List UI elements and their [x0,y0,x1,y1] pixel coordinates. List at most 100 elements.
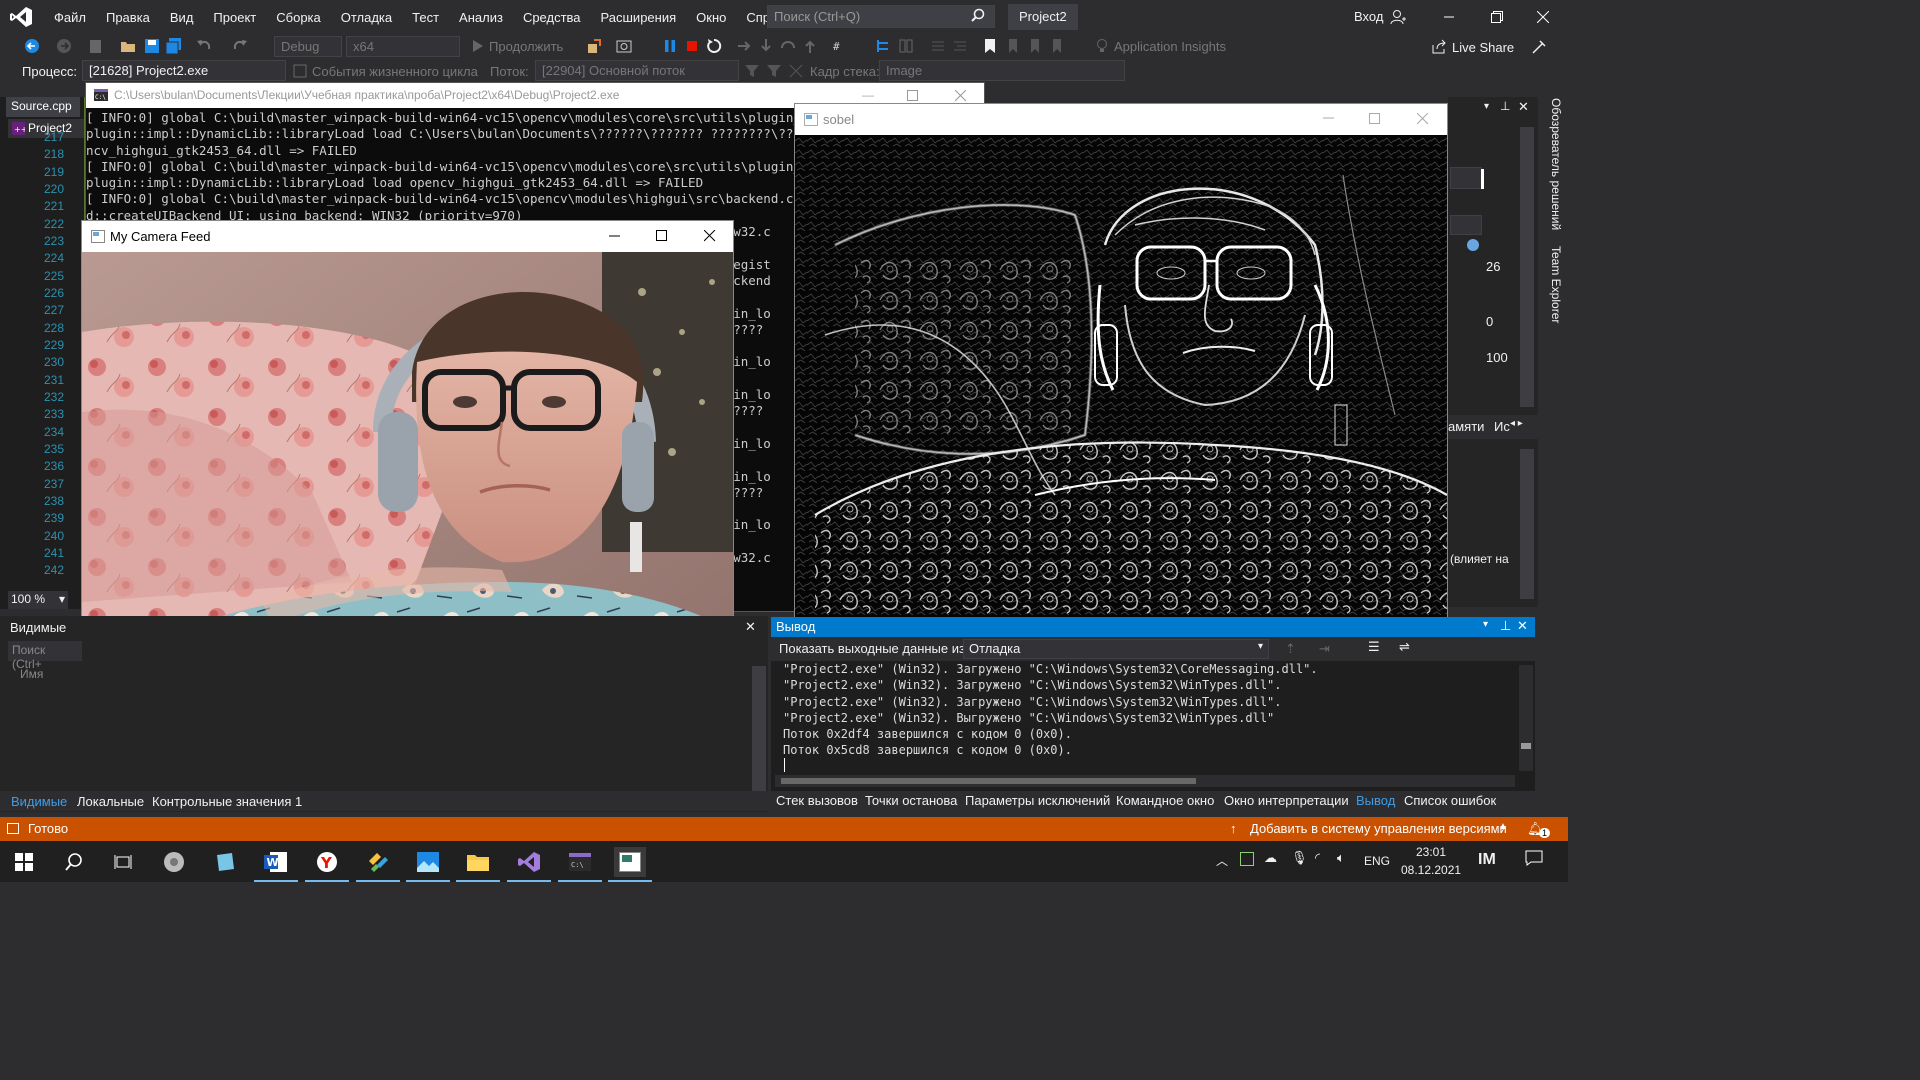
camera-minimize-button[interactable] [609,235,620,237]
step-over-icon[interactable] [780,38,796,54]
filter-icon[interactable] [744,63,760,79]
task-view-icon[interactable] [107,847,139,877]
sobel-maximize-button[interactable] [1369,113,1381,125]
tray-app-icon[interactable] [1240,852,1254,866]
show-next-statement-icon[interactable] [736,38,752,54]
yandex-browser-icon[interactable]: Y [305,847,349,882]
output-vertical-scrollbar[interactable] [1519,665,1533,771]
output-text[interactable]: "Project2.exe" (Win32). Загружено "C:\Wi… [771,661,1535,759]
console-taskbar-icon[interactable]: C:\ [558,847,602,882]
hex-display-icon[interactable]: # [832,38,848,54]
media-player-icon[interactable] [158,847,190,877]
signin-link[interactable]: Вход [1354,9,1383,24]
menu-item[interactable]: Анализ [449,10,513,25]
console-maximize-button[interactable] [907,85,919,102]
restore-button[interactable] [1474,0,1520,34]
output-horizontal-scrollbar[interactable] [775,775,1515,787]
microphone-icon[interactable]: 🎙︎ [1291,850,1308,866]
wifi-icon[interactable]: ◜ [1315,850,1320,866]
thread-select[interactable]: [22904] Основной поток [535,60,739,81]
sobel-close-button[interactable] [1417,113,1429,125]
volume-icon[interactable]: 🔈︎ [1337,850,1345,866]
sobel-window[interactable]: sobel [794,103,1448,625]
word-icon[interactable]: W [254,847,298,882]
output-word-wrap-icon[interactable]: ⇌ [1399,639,1410,655]
panel-close-icon[interactable]: ✕ [1518,99,1529,115]
game-bar-icon[interactable]: IM [1478,851,1496,869]
tray-overflow-icon[interactable]: ︿ [1216,852,1228,869]
photos-icon[interactable] [406,847,450,882]
process-select[interactable]: [21628] Project2.exe [82,60,286,81]
output-tab[interactable]: Вывод [1356,793,1395,808]
search-icon[interactable] [971,8,985,22]
continue-icon[interactable] [470,38,486,54]
output-tab[interactable]: Точки останова [865,793,957,808]
prev-bookmark-icon[interactable] [1004,38,1020,54]
continue-button[interactable]: Продолжить [489,39,563,54]
live-share-icon[interactable] [1431,39,1447,55]
solution-platform-select[interactable]: x64 [346,36,460,57]
panel-field-2[interactable] [1450,215,1482,235]
screenshot-icon[interactable] [616,38,632,54]
minimize-button[interactable] [1426,0,1472,34]
file-explorer-icon[interactable] [456,847,500,882]
menu-item[interactable]: Отладка [331,10,402,25]
output-source-select[interactable]: Отладка ▾ [963,639,1269,659]
panel-scrollbar[interactable] [1520,127,1534,407]
undo-icon[interactable] [196,38,212,54]
panel-list-scrollbar[interactable] [1520,449,1534,599]
tab-locals[interactable]: Локальные [77,794,144,809]
panel-dropdown-icon[interactable]: ▾ [1484,101,1489,112]
back-arrow-icon[interactable] [24,38,40,54]
filter-clear-icon[interactable] [766,63,782,79]
visual-studio-taskbar-icon[interactable] [507,847,551,882]
stop-icon[interactable] [684,38,700,54]
output-tab[interactable]: Список ошибок [1404,793,1496,808]
output-find-prev-icon[interactable]: ⇡ [1285,641,1296,657]
autos-scrollbar[interactable] [752,666,766,791]
restart-icon[interactable] [706,38,722,54]
output-pin-icon[interactable]: ⊥ [1500,618,1511,634]
panel-pin-icon[interactable]: ⊥ [1500,99,1510,113]
save-icon[interactable] [144,38,160,54]
redo-icon[interactable] [232,38,248,54]
save-all-icon[interactable] [166,38,182,54]
menu-item[interactable]: Проект [203,10,266,25]
console-close-button[interactable] [955,90,967,102]
source-control-caret-icon[interactable]: ▲ [1498,821,1508,832]
sobel-title-bar[interactable]: sobel [795,104,1447,135]
clock-time[interactable]: 23:01 [1416,845,1446,859]
pinned-tool-icon[interactable] [356,847,400,882]
bookmark-icon[interactable] [982,38,998,54]
visual-studio-logo-icon[interactable] [10,7,32,27]
menu-item[interactable]: Правка [96,10,160,25]
open-folder-icon[interactable] [120,38,136,54]
tab-autos[interactable]: Видимые [11,794,67,809]
team-explorer-tab[interactable]: Team Explorer [1541,246,1563,336]
onedrive-icon[interactable]: ☁ [1264,850,1277,866]
autos-name-column-header[interactable]: Имя [20,667,43,681]
comment-icon[interactable] [930,38,946,54]
memory-tab-label[interactable]: амяти [1448,419,1484,434]
threads-icon[interactable] [876,38,892,54]
menu-item[interactable]: Расширения [591,10,687,25]
clock-date[interactable]: 08.12.2021 [1401,863,1461,877]
panel-field-1[interactable] [1450,167,1482,189]
camera-close-button[interactable] [704,230,716,242]
output-title-bar[interactable]: Вывод ▾ ⊥ ✕ [771,617,1535,637]
forward-arrow-icon[interactable] [56,38,72,54]
camera-title-bar[interactable]: My Camera Feed [82,221,733,252]
output-clear-all-icon[interactable]: ☰ [1368,639,1380,655]
tab-scroll-arrows-icon[interactable]: ◂ ▸ [1510,418,1523,429]
menu-item[interactable]: Файл [44,10,96,25]
menu-item[interactable]: Средства [513,10,591,25]
lifecycle-events-icon[interactable] [292,63,308,79]
properties-panel[interactable]: ▾ ⊥ ✕ 26 0 100 амяти Ис ◂ ▸ (влияет на [1448,97,1538,607]
zoom-select[interactable]: 100 % ▾ [8,591,68,609]
uncomment-icon[interactable] [952,38,968,54]
start-windows-icon[interactable] [8,847,40,877]
menu-item[interactable]: Вид [160,10,204,25]
taskbar-search-icon[interactable] [58,847,90,877]
menu-item[interactable]: Сборка [266,10,331,25]
sobel-minimize-button[interactable] [1323,117,1334,119]
